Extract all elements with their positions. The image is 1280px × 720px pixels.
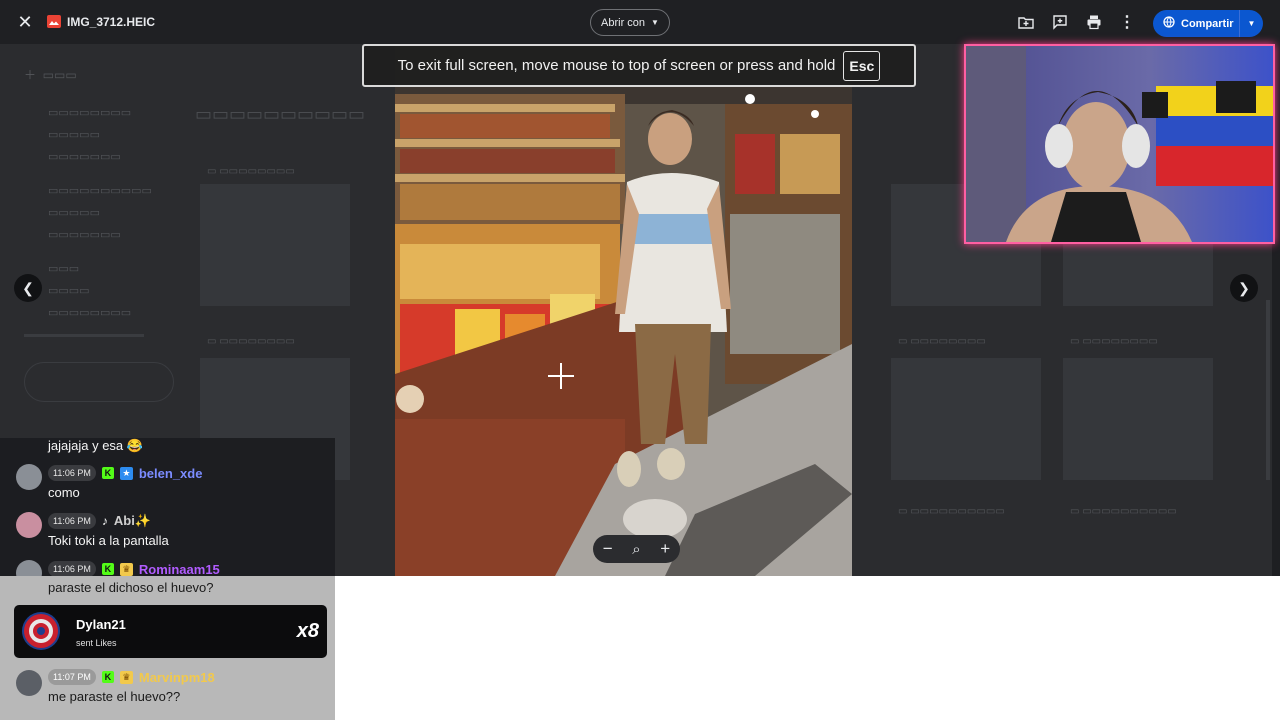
gift-action: sent Likes: [76, 638, 117, 648]
print-icon[interactable]: [1084, 12, 1104, 32]
file-name: IMG_3712.HEIC: [67, 15, 156, 29]
sidebar-ghost-4: ▭▭▭▭▭▭▭▭▭▭: [48, 185, 152, 197]
fullscreen-notice-text: To exit full screen, move mouse to top o…: [397, 57, 836, 74]
file-tile: [1063, 358, 1213, 480]
zoom-in-button[interactable]: +: [660, 539, 670, 559]
sidebar-ghost-3: ▭▭▭▭▭▭▭: [48, 151, 121, 163]
kick-badge-icon: K: [101, 671, 114, 683]
chat-message-text: Toki toki a la pantalla: [48, 533, 169, 548]
avatar: [16, 464, 42, 490]
open-with-label: Abrir con: [601, 16, 646, 29]
crown-badge-icon: ♛: [119, 670, 133, 684]
storage-bar: [24, 334, 144, 337]
esc-key-badge: Esc: [843, 50, 881, 81]
gift-multiplier: x8: [296, 620, 319, 642]
message-time: 11:06 PM: [48, 513, 96, 529]
share-options-caret-icon[interactable]: ▼: [1239, 10, 1263, 37]
tiktok-badge-icon: ♪: [101, 514, 108, 528]
zoom-controls: − ⌕ +: [593, 535, 680, 563]
zoom-icon[interactable]: ⌕: [632, 541, 640, 558]
sidebar-ghost-1: ▭▭▭▭▭▭▭▭: [48, 107, 132, 119]
chat-message-meta: 11:06 PM ♪ Abi✨: [48, 513, 151, 529]
image-file-icon: [47, 15, 61, 28]
gift-sender: Dylan21: [76, 617, 126, 632]
share-label: Compartir: [1181, 17, 1234, 30]
screen-share-stage: ＋ ▭▭▭ ▭▭▭▭▭▭▭▭ ▭▭▭▭▭ ▭▭▭▭▭▭▭ ▭▭▭▭▭▭▭▭▭▭ …: [0, 0, 1280, 576]
tile-label-ghost: ▭ ▭▭▭▭▭▭▭▭: [207, 166, 295, 177]
sidebar-ghost-5: ▭▭▭▭▭: [48, 207, 100, 219]
close-icon[interactable]: ✕: [14, 11, 36, 33]
streamer-webcam: [964, 44, 1275, 244]
previous-file-button[interactable]: ❮: [14, 274, 42, 302]
tile-label-ghost: ▭ ▭▭▭▭▭▭▭▭: [207, 336, 295, 347]
chat-username[interactable]: Abi✨: [114, 513, 151, 529]
get-storage-ghost: [24, 362, 174, 402]
sidebar-ghost-7: ▭▭▭: [48, 263, 80, 275]
kick-badge-icon: K: [101, 467, 114, 479]
crosshair-cursor-icon: [548, 363, 574, 389]
chat-message-text: como: [48, 485, 80, 500]
sidebar-ghost-2: ▭▭▭▭▭: [48, 129, 100, 141]
subscriber-badge-icon: ★: [119, 466, 133, 480]
chat-message-text: jajajaja y esa 😂: [48, 438, 143, 453]
avatar: [16, 512, 42, 538]
drive-scrollbar[interactable]: [1266, 300, 1270, 480]
chevron-left-icon: ❮: [22, 279, 34, 296]
chat-message-meta: 11:06 PM K ♛ Rominaam15: [48, 561, 220, 576]
crown-badge-icon: ♛: [119, 562, 133, 576]
message-time: 11:06 PM: [48, 561, 96, 576]
avatar: [16, 560, 42, 576]
caret-down-icon: ▼: [651, 18, 659, 27]
chat-username[interactable]: belen_xde: [139, 466, 203, 481]
sidebar-ghost-6: ▭▭▭▭▭▭▭: [48, 229, 121, 241]
more-options-icon[interactable]: ⋮: [1118, 12, 1136, 32]
kick-badge-icon: K: [101, 563, 114, 575]
live-chat-overlay: jajajaja y esa 😂 11:06 PM K ★ belen_xde …: [0, 438, 335, 576]
message-time: 11:07 PM: [48, 669, 96, 685]
fullscreen-exit-notice: To exit full screen, move mouse to top o…: [362, 44, 916, 87]
chat-message-meta: 11:06 PM K ★ belen_xde: [48, 465, 202, 481]
sidebar-ghost-9: ▭▭▭▭▭▭▭▭: [48, 307, 132, 319]
tile-label-ghost: ▭ ▭▭▭▭▭▭▭▭▭▭: [1070, 506, 1177, 517]
next-file-button[interactable]: ❯: [1230, 274, 1258, 302]
add-to-drive-icon[interactable]: [1016, 13, 1036, 31]
avatar: [16, 670, 42, 696]
gift-notification: Dylan21 sent Likes x8: [14, 605, 327, 658]
avatar: [22, 612, 60, 650]
photo-preview: [395, 44, 852, 576]
file-tile: [200, 184, 350, 306]
viewer-toolbar: ✕ IMG_3712.HEIC Abrir con ▼ ⋮ Compartir …: [0, 0, 1280, 44]
chat-username[interactable]: Rominaam15: [139, 562, 220, 577]
open-with-button[interactable]: Abrir con ▼: [590, 9, 670, 36]
chat-username[interactable]: Marvinpm18: [139, 670, 215, 685]
zoom-out-button[interactable]: −: [603, 539, 613, 559]
tile-label-ghost: ▭ ▭▭▭▭▭▭▭▭▭▭: [898, 506, 1005, 517]
tile-label-ghost: ▭ ▭▭▭▭▭▭▭▭: [1070, 336, 1158, 347]
message-time: 11:06 PM: [48, 465, 96, 481]
drive-heading-ghost: ▭▭▭▭▭▭▭▭▭▭: [195, 104, 366, 124]
chat-message-text: paraste el dichoso el huevo?: [48, 580, 214, 595]
globe-icon: [1163, 16, 1175, 31]
tile-label-ghost: ▭ ▭▭▭▭▭▭▭▭: [898, 336, 986, 347]
add-comment-icon[interactable]: [1050, 12, 1070, 32]
file-tile: [891, 358, 1041, 480]
chevron-right-icon: ❯: [1238, 279, 1250, 296]
sidebar-ghost-8: ▭▭▭▭: [48, 285, 90, 297]
share-button[interactable]: Compartir ▼: [1153, 10, 1263, 37]
chat-message-text: me paraste el huevo??: [48, 689, 181, 704]
chat-message-meta: 11:07 PM K ♛ Marvinpm18: [48, 669, 215, 685]
new-button-ghost: ＋ ▭▭▭: [24, 68, 77, 82]
